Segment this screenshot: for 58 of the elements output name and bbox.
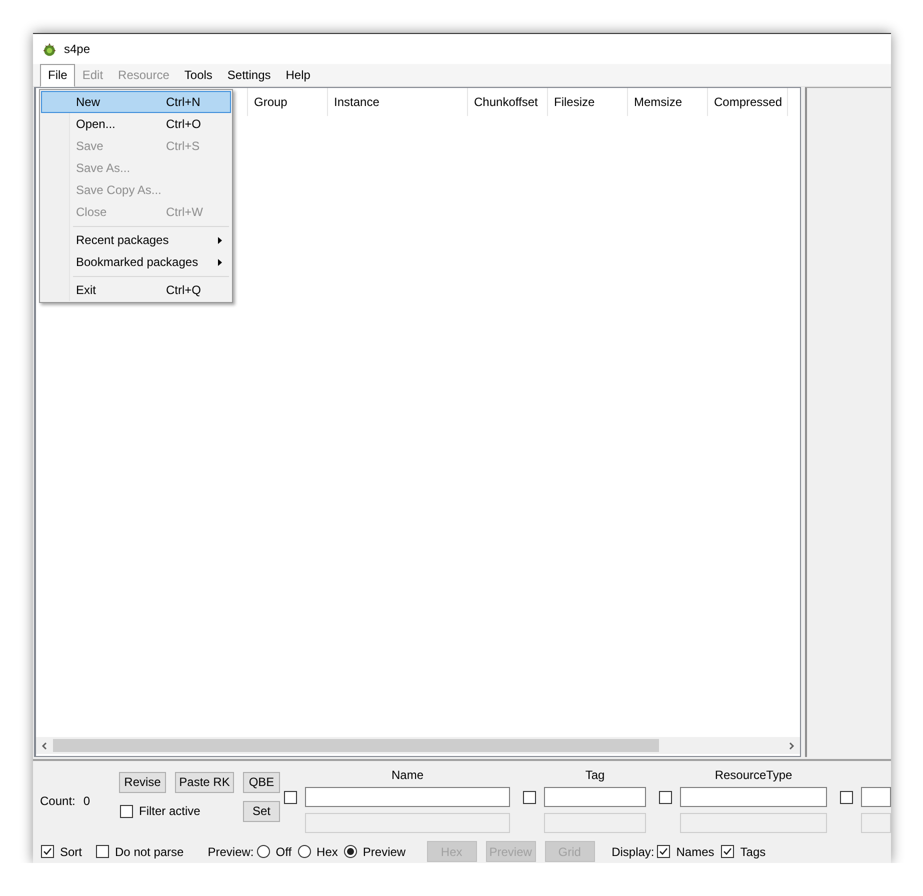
checkbox-label: Tags: [740, 844, 766, 858]
checkbox[interactable]: [284, 790, 297, 804]
column-header[interactable]: Filesize: [547, 88, 627, 116]
column-header[interactable]: Instance: [327, 88, 467, 116]
radio-label: Off: [276, 844, 292, 858]
checkbox[interactable]: [659, 790, 672, 804]
checkbox[interactable]: [657, 845, 670, 858]
button[interactable]: Paste RK: [175, 772, 234, 792]
filter-label: Tag: [584, 769, 606, 781]
checkbox[interactable]: [96, 845, 110, 858]
menu-item[interactable]: Open... Ctrl+O: [41, 113, 231, 135]
checkbox[interactable]: [840, 790, 853, 804]
radio-button[interactable]: [298, 845, 311, 858]
radio-button[interactable]: [256, 845, 270, 858]
column-header[interactable]: Group: [247, 88, 327, 116]
scroll-left-icon[interactable]: [41, 742, 48, 750]
menu-item[interactable]: Recent packages: [41, 229, 231, 251]
filter-field[interactable]: [305, 787, 510, 807]
filter-field[interactable]: [680, 787, 827, 807]
radio-label: Preview: [362, 844, 406, 858]
filter-field[interactable]: [544, 787, 646, 807]
menu-item[interactable]: Settings: [219, 64, 279, 86]
submenu-arrow-icon: [218, 259, 222, 266]
checkbox[interactable]: [523, 790, 536, 804]
column-header[interactable]: Compressed: [707, 88, 787, 116]
menu-item[interactable]: Exit Ctrl+Q: [41, 279, 231, 301]
radio-button[interactable]: [344, 845, 357, 858]
checkbox[interactable]: [41, 845, 54, 858]
menu-item[interactable]: New Ctrl+N: [41, 91, 231, 113]
menu-item[interactable]: File: [40, 64, 76, 86]
window-title: s4pe: [64, 42, 90, 56]
submenu-arrow-icon: [218, 237, 222, 244]
display-label: Display:: [612, 844, 654, 858]
menu-item[interactable]: Tools: [176, 64, 220, 86]
count-label: Count:: [40, 794, 76, 808]
checkbox[interactable]: [120, 804, 133, 818]
checkbox-label: Sort: [60, 844, 82, 858]
filter-label: ResourceType: [714, 769, 794, 781]
menu-item[interactable]: Help: [278, 64, 318, 86]
checkbox-label: Do not parse: [115, 844, 184, 858]
filter-label: Name: [390, 769, 424, 781]
button[interactable]: Set: [243, 800, 280, 822]
button[interactable]: Revise: [119, 772, 166, 792]
scroll-right-icon[interactable]: [788, 742, 795, 750]
filter-field[interactable]: [861, 787, 891, 807]
menu-item[interactable]: Bookmarked packages: [41, 251, 231, 273]
checkbox[interactable]: [721, 845, 734, 858]
horizontal-scrollbar[interactable]: [36, 737, 800, 754]
preview-label: Preview:: [208, 844, 254, 858]
radio-label: Hex: [316, 844, 338, 858]
button[interactable]: QBE: [243, 772, 280, 792]
app-icon: [42, 42, 57, 56]
scrollbar-thumb[interactable]: [53, 739, 659, 752]
checkbox-label: Filter active: [139, 804, 200, 818]
column-header[interactable]: Memsize: [627, 88, 707, 116]
checkbox-label: Names: [676, 844, 714, 858]
column-header[interactable]: Chunkoffset: [467, 88, 547, 116]
count-value: 0: [83, 794, 90, 808]
